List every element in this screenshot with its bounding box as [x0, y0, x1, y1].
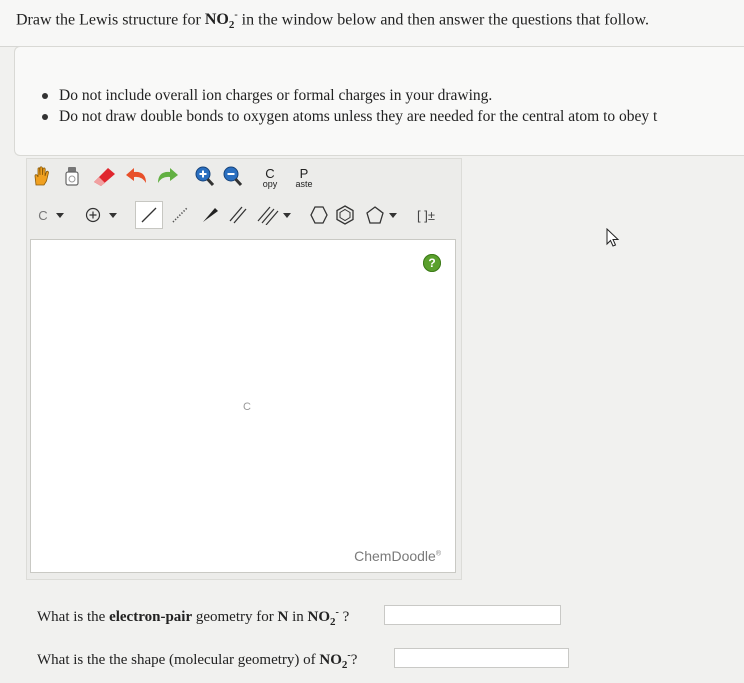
- zoom-out-icon[interactable]: [219, 163, 245, 189]
- copy-button[interactable]: C opy: [255, 163, 285, 193]
- toolbar-row-1: C opy P aste: [27, 161, 461, 195]
- formula: NO2-: [204, 10, 238, 32]
- dashed-bond-icon: [172, 207, 188, 223]
- charge-dropdown[interactable]: [81, 203, 121, 227]
- instruction-item: Do not draw double bonds to oxygen atoms…: [41, 108, 658, 125]
- question-text: Draw the Lewis structure for NO2- in the…: [16, 10, 649, 32]
- chevron-down-icon: [283, 212, 291, 218]
- undo-icon[interactable]: [123, 163, 151, 189]
- help-icon[interactable]: ?: [423, 254, 441, 272]
- double-bond-icon: [229, 206, 247, 224]
- triple-bond-icon: [257, 206, 279, 225]
- pentagon-icon: [366, 206, 384, 224]
- atom-dropdown[interactable]: C: [31, 203, 71, 227]
- redo-icon[interactable]: [153, 163, 181, 189]
- hexagon-icon: [310, 206, 328, 224]
- instructions-list: Do not include overall ion charges or fo…: [41, 85, 658, 127]
- eraser-tool-icon[interactable]: [89, 163, 119, 189]
- double-bond-tool[interactable]: [225, 201, 251, 229]
- single-bond-tool[interactable]: [135, 201, 163, 229]
- wedge-bond-tool[interactable]: [197, 201, 223, 229]
- question-header: Draw the Lewis structure for NO2- in the…: [0, 0, 744, 47]
- benzene-icon: [336, 205, 354, 225]
- chevron-down-icon: [109, 212, 117, 218]
- hexagon-ring-tool[interactable]: [307, 201, 331, 229]
- instructions-panel: Do not include overall ion charges or fo…: [14, 46, 744, 156]
- canvas-atom-label: C: [243, 401, 251, 413]
- triple-bond-dropdown[interactable]: [253, 201, 295, 229]
- electron-geometry-input[interactable]: [384, 605, 561, 625]
- chemdoodle-editor: C opy P aste C []± ? C ChemDoodle®: [26, 158, 462, 580]
- pentagon-ring-dropdown[interactable]: [361, 201, 401, 229]
- benzene-ring-tool[interactable]: [333, 201, 357, 229]
- lasso-tool-icon[interactable]: [59, 163, 85, 189]
- single-bond-icon: [141, 207, 157, 223]
- paste-button[interactable]: P aste: [289, 163, 319, 193]
- drawing-canvas[interactable]: ? C ChemDoodle®: [30, 239, 456, 573]
- question-electron-geometry: What is the electron-pair geometry for N…: [37, 607, 350, 628]
- chemdoodle-watermark: ChemDoodle®: [354, 548, 441, 564]
- toolbar-row-2: C []±: [27, 199, 461, 233]
- chevron-down-icon: [389, 212, 397, 218]
- instruction-item: Do not include overall ion charges or fo…: [41, 85, 657, 106]
- dashed-bond-tool[interactable]: [167, 201, 193, 229]
- question-molecular-geometry: What is the the shape (molecular geometr…: [37, 650, 358, 671]
- hand-tool-icon[interactable]: [29, 163, 55, 189]
- bracket-tool[interactable]: [ ]±: [411, 201, 441, 229]
- charge-plus-icon: [85, 207, 101, 223]
- zoom-in-icon[interactable]: [191, 163, 217, 189]
- molecular-geometry-input[interactable]: [394, 648, 569, 668]
- mouse-pointer-icon: [606, 228, 620, 247]
- chevron-down-icon: [55, 212, 64, 218]
- wedge-bond-icon: [203, 208, 218, 222]
